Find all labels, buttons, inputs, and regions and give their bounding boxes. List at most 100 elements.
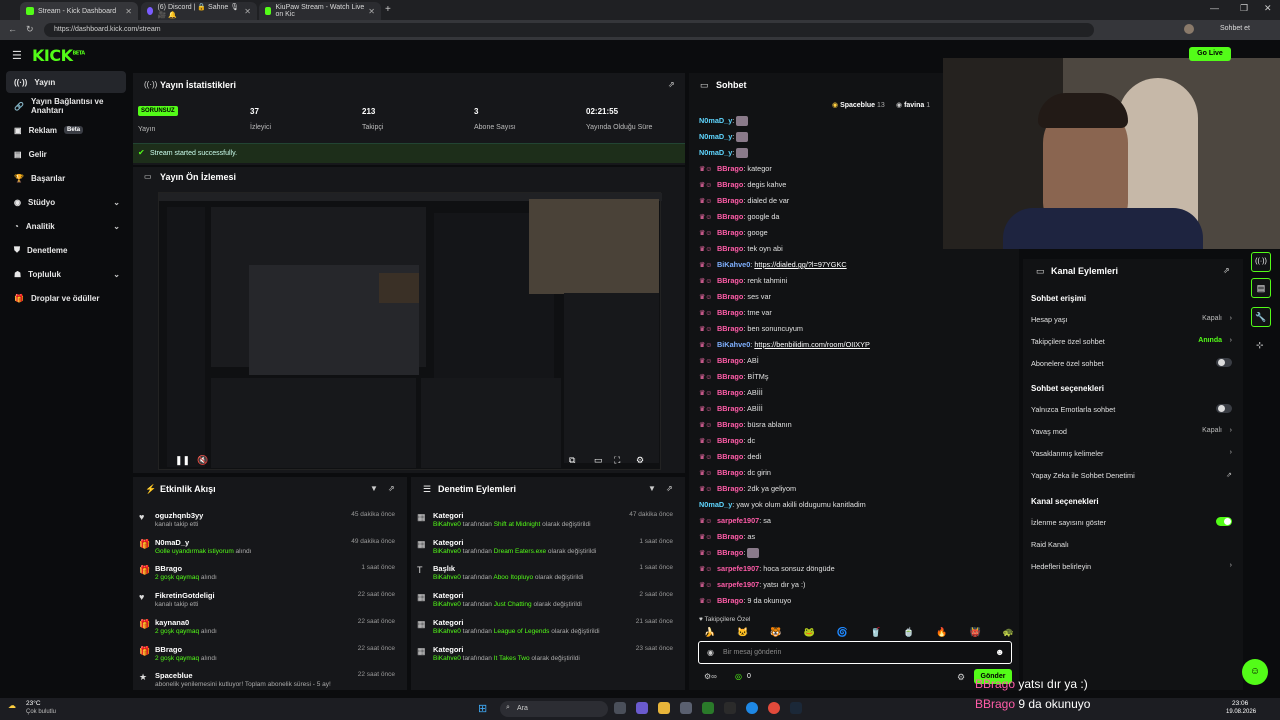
broadcast-tool-icon[interactable]: ((·)) <box>1251 252 1271 272</box>
chat-username[interactable]: BBrago <box>717 356 743 365</box>
chat-username[interactable]: N0maD_y <box>699 148 732 157</box>
chat-username[interactable]: BBrago <box>717 276 743 285</box>
hamburger-menu-icon[interactable]: ☰ <box>12 49 22 62</box>
preview-video[interactable]: ❚❚ 🔇 ⧉ ▭ ⛶ ⚙ <box>158 192 662 470</box>
channel-action-row[interactable]: İzlenme sayısını göster <box>1031 517 1236 530</box>
app-icon[interactable] <box>636 702 648 714</box>
chat-username[interactable]: BBrago <box>717 596 743 605</box>
chat-username[interactable]: BBrago <box>717 228 743 237</box>
chat-username[interactable]: BBrago <box>717 244 743 253</box>
chat-text[interactable]: https://dialed.gg/?l=97YGKC <box>754 260 846 269</box>
channel-action-row[interactable]: Hesap yaşı Kapalı › <box>1031 315 1236 327</box>
channel-action-row[interactable]: Yasaklanmış kelimeler › <box>1031 449 1236 461</box>
sidebar-item-basarilar[interactable]: 🏆 Başarılar <box>6 167 126 189</box>
back-icon[interactable]: ← <box>8 24 17 34</box>
edge-icon[interactable] <box>746 702 758 714</box>
sidebar-item-denetleme[interactable]: ⛊ Denetleme <box>6 239 126 261</box>
help-chat-button[interactable]: ☺ <box>1242 659 1268 685</box>
emoji-picker-icon[interactable]: ◉ <box>707 648 714 657</box>
file-explorer-icon[interactable] <box>658 702 670 714</box>
chat-input[interactable]: ◉ Bir mesaj gönderin ☻ <box>698 641 1012 664</box>
panel-tool-icon[interactable]: ▤ <box>1251 278 1271 298</box>
new-tab-icon[interactable]: + <box>385 4 391 15</box>
close-icon[interactable]: ✕ <box>368 7 375 16</box>
chat-username[interactable]: BBrago <box>717 388 743 397</box>
chat-username[interactable]: N0maD_y <box>699 132 732 141</box>
filter-icon[interactable]: ▼ <box>370 484 378 493</box>
chat-username[interactable]: BBrago <box>717 212 743 221</box>
fullscreen-icon[interactable]: ⛶ <box>614 455 620 466</box>
chat-username[interactable]: N0maD_y <box>699 500 732 509</box>
go-live-button[interactable]: Go Live <box>1189 47 1231 61</box>
chat-username[interactable]: BBrago <box>717 164 743 173</box>
pinned-gifter-1[interactable]: ◉ Spaceblue 13 <box>832 101 885 109</box>
sidebar-item-reklam[interactable]: ▣ Reklam Beta <box>6 119 126 141</box>
minimize-icon[interactable]: — <box>1210 3 1219 13</box>
expand-icon[interactable]: ⇗ <box>666 484 673 493</box>
activity-user[interactable]: FikretinGotdeligi <box>155 591 215 600</box>
expand-icon[interactable]: ⇗ <box>1223 266 1230 275</box>
chat-username[interactable]: BBrago <box>717 292 743 301</box>
sidebar-item-droplar[interactable]: 🎁 Droplar ve ödüller <box>6 287 126 309</box>
chrome-icon[interactable] <box>768 702 780 714</box>
chat-username[interactable]: BBrago <box>717 452 743 461</box>
channel-action-row[interactable]: Yapay Zeka ile Sohbet Denetimi ⇗ <box>1031 471 1236 483</box>
activity-user[interactable]: BBrago <box>155 645 182 654</box>
theater-icon[interactable]: ▭ <box>594 455 603 466</box>
add-widget-icon[interactable]: ⊹ <box>1256 340 1264 351</box>
sidebar-item-yayin[interactable]: ((·)) Yayın <box>6 71 126 93</box>
tab-discord[interactable]: (6) Discord | 🔒 Sahne 🎙 🎥 🔔 ✕ <box>141 2 257 20</box>
channel-action-row[interactable]: Takipçilere özel sohbet Anında › <box>1031 337 1236 349</box>
pip-icon[interactable]: ⧉ <box>569 455 575 466</box>
chat-username[interactable]: BBrago <box>717 420 743 429</box>
chat-username[interactable]: BBrago <box>717 468 743 477</box>
chat-username[interactable]: BBrago <box>717 196 743 205</box>
chat-username[interactable]: N0maD_y <box>699 116 732 125</box>
settings-gear-icon[interactable]: ⚙ <box>636 455 644 466</box>
reload-icon[interactable]: ↻ <box>26 24 34 35</box>
tab-kick-dashboard[interactable]: Stream - Kick Dashboard ✕ <box>20 2 138 20</box>
windows-start-icon[interactable]: ⊞ <box>478 702 487 715</box>
emote-bar[interactable]: 🍌 🐱 🐯 🐸 🌀 🥤 🍵 🔥 👹 🐢 <box>704 627 1014 639</box>
chat-settings-gear-icon[interactable]: ⚙ <box>957 672 965 683</box>
channel-action-row[interactable]: Abonelere özel sohbet <box>1031 358 1236 371</box>
channel-action-row[interactable]: Hedefleri belirleyin › <box>1031 562 1236 574</box>
close-window-icon[interactable]: ✕ <box>1264 3 1272 14</box>
sidebar-item-studyo[interactable]: ◉ Stüdyo ⌄ <box>6 191 126 213</box>
url-field[interactable]: https://dashboard.kick.com/stream <box>44 23 1094 37</box>
sidebar-item-stream-key[interactable]: 🔗 Yayın Bağlantısı ve Anahtarı <box>6 95 126 117</box>
chat-username[interactable]: sarpefe1907 <box>717 516 759 525</box>
expand-icon[interactable]: ⇗ <box>668 80 675 89</box>
chat-username[interactable]: BBrago <box>717 372 743 381</box>
sidebar-item-topluluk[interactable]: ☗ Topluluk ⌄ <box>6 263 126 285</box>
tools-icon[interactable]: ⚙∞ <box>704 672 717 681</box>
chat-username[interactable]: BBrago <box>717 324 743 333</box>
kick-logo[interactable]: KICKBETA <box>32 46 85 65</box>
tab-kiupaw-stream[interactable]: KiuPaw Stream - Watch Live on Kic ✕ <box>259 2 381 20</box>
steam-icon[interactable] <box>790 702 802 714</box>
toggle-switch[interactable] <box>1216 404 1232 413</box>
activity-user[interactable]: oguzhqnb3yy <box>155 511 203 520</box>
chat-username[interactable]: BBrago <box>717 308 743 317</box>
expand-icon[interactable]: ⇗ <box>388 484 395 493</box>
filter-icon[interactable]: ▼ <box>648 484 656 493</box>
chat-username[interactable]: BBrago <box>717 404 743 413</box>
activity-user[interactable]: N0maD_y <box>155 538 189 547</box>
chat-username[interactable]: sarpefe1907 <box>717 580 759 589</box>
close-icon[interactable]: ✕ <box>125 7 132 16</box>
chat-username[interactable]: BBrago <box>717 436 743 445</box>
chat-username[interactable]: sarpefe1907 <box>717 564 759 573</box>
channel-action-row[interactable]: Yalnızca Emotlarla sohbet <box>1031 404 1236 417</box>
toggle-switch[interactable] <box>1216 517 1232 526</box>
activity-user[interactable]: Spaceblue <box>155 671 193 680</box>
smiley-icon[interactable]: ☻ <box>995 647 1004 657</box>
mute-icon[interactable]: 🔇 <box>197 455 208 466</box>
maximize-icon[interactable]: ❐ <box>1240 3 1248 14</box>
app-icon[interactable] <box>702 702 714 714</box>
chat-username[interactable]: BBrago <box>717 548 743 557</box>
chat-username[interactable]: BBrago <box>717 180 743 189</box>
toggle-switch[interactable] <box>1216 358 1232 367</box>
chat-username[interactable]: BiKahve0 <box>717 340 750 349</box>
chat-username[interactable]: BBrago <box>717 484 743 493</box>
sidebar-item-analitik[interactable]: ◔ Analitik ⌄ <box>6 215 126 237</box>
